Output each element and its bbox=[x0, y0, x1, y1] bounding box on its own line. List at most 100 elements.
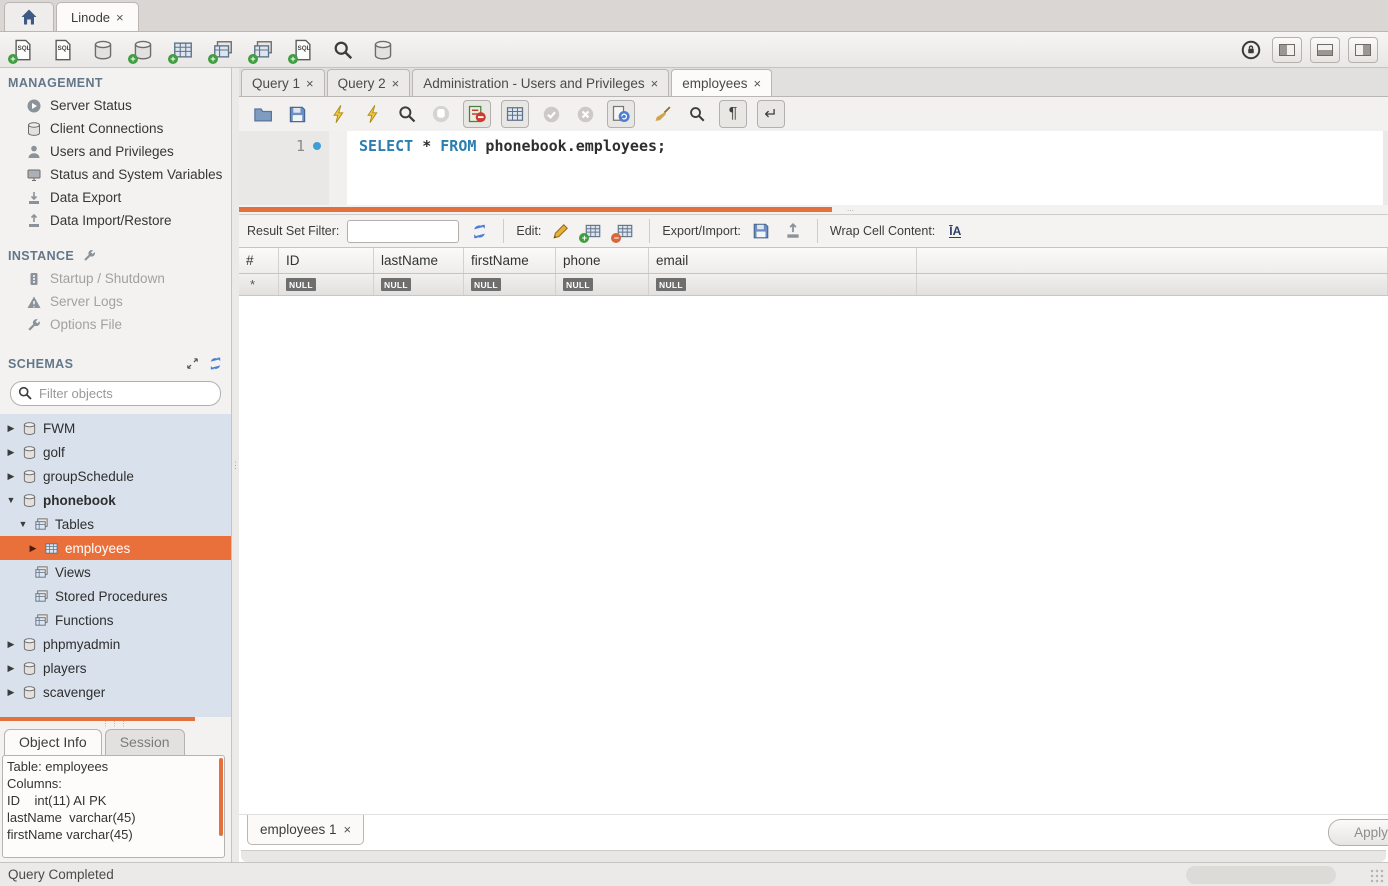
sidebar-item-data-import[interactable]: Data Import/Restore bbox=[0, 209, 231, 232]
refresh-schemas-icon[interactable] bbox=[208, 356, 223, 371]
chevron-right-icon[interactable]: ▶ bbox=[6, 447, 16, 458]
splitter-grip[interactable]: ⋯ bbox=[847, 207, 855, 215]
tab-administration-users[interactable]: Administration - Users and Privileges × bbox=[412, 69, 669, 96]
sidebar-item-options-file[interactable]: Options File bbox=[0, 313, 231, 336]
tree-item-players[interactable]: ▶ players bbox=[0, 656, 231, 680]
column-header-firstname[interactable]: firstName bbox=[464, 248, 556, 273]
tree-item-golf[interactable]: ▶ golf bbox=[0, 440, 231, 464]
sidebar-item-server-logs[interactable]: Server Logs bbox=[0, 290, 231, 313]
commit-button[interactable] bbox=[539, 102, 563, 126]
close-icon[interactable]: × bbox=[651, 76, 659, 91]
edit-cell-button[interactable] bbox=[549, 220, 573, 242]
close-icon[interactable]: × bbox=[344, 822, 352, 837]
tab-object-info[interactable]: Object Info bbox=[4, 729, 102, 755]
chevron-down-icon[interactable]: ▼ bbox=[18, 519, 28, 529]
reconnect-dbms-button[interactable] bbox=[370, 37, 396, 63]
toggle-bottom-panel-button[interactable] bbox=[1310, 37, 1340, 63]
open-script-button[interactable] bbox=[251, 102, 275, 126]
toggle-invisible-chars-button[interactable]: ¶ bbox=[719, 100, 747, 128]
toggle-wrap-cell-button[interactable]: ĪA bbox=[943, 220, 967, 242]
sidebar-item-client-connections[interactable]: Client Connections bbox=[0, 117, 231, 140]
close-icon[interactable]: × bbox=[392, 76, 400, 91]
create-function-button[interactable]: + bbox=[290, 37, 316, 63]
expand-schemas-icon[interactable] bbox=[185, 356, 200, 371]
tab-query-1[interactable]: Query 1 × bbox=[241, 69, 325, 96]
column-header-email[interactable]: email bbox=[649, 248, 917, 273]
create-procedure-button[interactable]: + bbox=[250, 37, 276, 63]
sidebar-item-status-system-variables[interactable]: Status and System Variables bbox=[0, 163, 231, 186]
connection-inspector-button[interactable] bbox=[90, 37, 116, 63]
import-records-button[interactable] bbox=[781, 220, 805, 242]
beautify-query-button[interactable] bbox=[651, 102, 675, 126]
explain-plan-button[interactable] bbox=[395, 102, 419, 126]
chevron-down-icon[interactable]: ▼ bbox=[6, 495, 16, 505]
column-header-lastname[interactable]: lastName bbox=[374, 248, 464, 273]
search-table-data-button[interactable] bbox=[330, 37, 356, 63]
editor-result-splitter[interactable]: ⋯ bbox=[239, 205, 1388, 214]
scrollbar[interactable] bbox=[1383, 131, 1388, 205]
apply-button[interactable]: Apply bbox=[1328, 819, 1388, 846]
delete-row-button[interactable]: − bbox=[613, 220, 637, 242]
column-header-rownum[interactable]: # bbox=[239, 248, 279, 273]
vertical-splitter[interactable]: ⋮ bbox=[232, 68, 239, 862]
close-icon[interactable]: × bbox=[306, 76, 314, 91]
cell-email[interactable]: NULL bbox=[649, 274, 917, 295]
tree-item-functions[interactable]: Functions bbox=[0, 608, 231, 632]
chevron-right-icon[interactable]: ▶ bbox=[6, 471, 16, 482]
tree-item-phpmyadmin[interactable]: ▶ phpmyadmin bbox=[0, 632, 231, 656]
tree-item-phonebook[interactable]: ▼ phonebook bbox=[0, 488, 231, 512]
tab-session[interactable]: Session bbox=[105, 729, 185, 755]
open-sql-script-button[interactable] bbox=[50, 37, 76, 63]
tree-item-employees[interactable]: ▶ employees bbox=[0, 536, 231, 560]
chevron-right-icon[interactable]: ▶ bbox=[6, 663, 16, 674]
sql-code-line[interactable]: SELECT * FROM phonebook.employees; bbox=[347, 131, 666, 205]
limit-rows-button[interactable] bbox=[501, 100, 529, 128]
cell-lastname[interactable]: NULL bbox=[374, 274, 464, 295]
create-schema-button[interactable]: + bbox=[130, 37, 156, 63]
chevron-right-icon[interactable]: ▶ bbox=[6, 639, 16, 650]
export-recordset-button[interactable] bbox=[749, 220, 773, 242]
toggle-left-sidebar-button[interactable] bbox=[1272, 37, 1302, 63]
toggle-right-sidebar-button[interactable] bbox=[1348, 37, 1378, 63]
stop-query-button[interactable] bbox=[429, 102, 453, 126]
tree-item-views[interactable]: Views bbox=[0, 560, 231, 584]
cell-phone[interactable]: NULL bbox=[556, 274, 649, 295]
sidebar-item-users-and-privileges[interactable]: Users and Privileges bbox=[0, 140, 231, 163]
sql-editor[interactable]: 1 SELECT * FROM phonebook.employees; bbox=[239, 131, 1388, 205]
column-header-phone[interactable]: phone bbox=[556, 248, 649, 273]
toggle-word-wrap-button[interactable]: ↵ bbox=[757, 100, 785, 128]
schema-filter-input[interactable] bbox=[10, 381, 221, 406]
home-tab[interactable] bbox=[4, 2, 54, 31]
create-view-button[interactable]: + bbox=[210, 37, 236, 63]
chevron-right-icon[interactable]: ▶ bbox=[28, 543, 38, 554]
result-set-filter-input[interactable] bbox=[347, 220, 459, 243]
table-row[interactable]: * NULL NULL NULL NULL NULL bbox=[239, 274, 1388, 296]
sidebar-item-data-export[interactable]: Data Export bbox=[0, 186, 231, 209]
scrollbar[interactable] bbox=[1186, 866, 1336, 884]
sidebar-item-server-status[interactable]: Server Status bbox=[0, 94, 231, 117]
tree-item-tables[interactable]: ▼ Tables bbox=[0, 512, 231, 536]
save-script-button[interactable] bbox=[285, 102, 309, 126]
find-button[interactable] bbox=[685, 102, 709, 126]
cell-id[interactable]: NULL bbox=[279, 274, 374, 295]
create-table-button[interactable]: + bbox=[170, 37, 196, 63]
execute-button[interactable] bbox=[327, 102, 351, 126]
sidebar-item-startup-shutdown[interactable]: Startup / Shutdown bbox=[0, 267, 231, 290]
tab-employees[interactable]: employees × bbox=[671, 69, 772, 96]
new-sql-tab-button[interactable]: + bbox=[10, 37, 36, 63]
connection-tab-linode[interactable]: Linode × bbox=[56, 2, 139, 31]
tree-item-stored-procedures[interactable]: Stored Procedures bbox=[0, 584, 231, 608]
execute-current-statement-button[interactable] bbox=[361, 102, 385, 126]
chevron-right-icon[interactable]: ▶ bbox=[6, 423, 16, 434]
resize-grip-icon[interactable] bbox=[1370, 869, 1384, 883]
cell-firstname[interactable]: NULL bbox=[464, 274, 556, 295]
toggle-autocommit-button[interactable] bbox=[607, 100, 635, 128]
scrollbar[interactable] bbox=[219, 758, 223, 836]
close-icon[interactable]: × bbox=[116, 10, 124, 25]
result-tab-employees-1[interactable]: employees 1 × bbox=[247, 815, 364, 845]
refresh-results-button[interactable] bbox=[467, 220, 491, 242]
tab-query-2[interactable]: Query 2 × bbox=[327, 69, 411, 96]
column-header-id[interactable]: ID bbox=[279, 248, 374, 273]
tree-item-scavenger[interactable]: ▶ scavenger bbox=[0, 680, 231, 704]
toggle-stop-on-error-button[interactable] bbox=[463, 100, 491, 128]
